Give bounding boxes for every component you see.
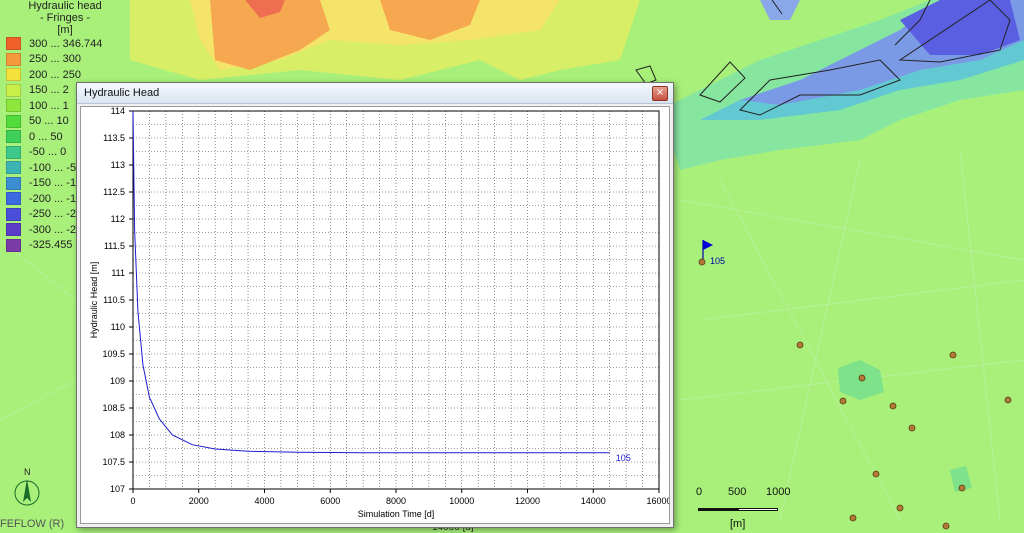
x-tick-label: 12000 bbox=[515, 496, 540, 506]
x-tick-label: 14000 bbox=[581, 496, 606, 506]
y-tick-label: 114 bbox=[111, 107, 125, 116]
series-line-105 bbox=[132, 110, 610, 454]
scale-unit: [m] bbox=[730, 518, 746, 530]
legend-label: -250 ... -2 bbox=[29, 208, 77, 221]
series-label: 105 bbox=[616, 453, 631, 463]
legend-swatch bbox=[6, 176, 21, 190]
y-tick-label: 110 bbox=[111, 322, 125, 332]
north-label: N bbox=[24, 467, 31, 477]
y-tick-label: 111.5 bbox=[104, 241, 125, 251]
scale-label-1000: 1000 bbox=[766, 486, 791, 498]
x-tick-label: 8000 bbox=[386, 496, 406, 506]
close-button[interactable]: × bbox=[652, 86, 668, 101]
legend-swatch bbox=[6, 192, 21, 206]
legend-label: -100 ... -5 bbox=[29, 161, 77, 174]
x-tick-label: 0 bbox=[130, 496, 135, 506]
y-axis-label: Hydraulic Head [m] bbox=[89, 262, 99, 339]
north-arrow-icon: N bbox=[14, 467, 40, 506]
window-titlebar[interactable]: Hydraulic Head × bbox=[77, 83, 673, 104]
y-tick-label: 111 bbox=[111, 268, 125, 278]
legend-swatch bbox=[6, 238, 21, 252]
legend-label: 50 ... 10 bbox=[29, 115, 69, 128]
window-title: Hydraulic Head bbox=[84, 87, 160, 99]
legend-swatch bbox=[6, 145, 21, 159]
well-icon bbox=[698, 258, 706, 266]
hydraulic-head-chart: 0 2000 4000 6000 8000 10000 12000 14000 16000 107… bbox=[89, 107, 669, 519]
legend-unit: [m] bbox=[57, 24, 73, 36]
y-tick-label: 107 bbox=[110, 484, 125, 494]
legend-item: 200 ... 250 bbox=[6, 67, 126, 83]
legend-swatch bbox=[6, 68, 21, 82]
feflow-watermark: FEFLOW (R) bbox=[0, 518, 65, 530]
x-tick-label: 16000 bbox=[646, 496, 669, 506]
flag-icon bbox=[703, 240, 713, 250]
observation-well-marker[interactable]: 105 bbox=[698, 238, 738, 270]
y-tick-label: 113 bbox=[111, 160, 125, 170]
legend-label: -325.455 bbox=[29, 239, 73, 252]
y-tick-label: 108 bbox=[110, 430, 125, 440]
legend-swatch bbox=[6, 114, 21, 128]
scale-label-500: 500 bbox=[728, 486, 747, 498]
legend-item: 300 ... 346.744 bbox=[6, 36, 126, 52]
legend-label: 300 ... 346.744 bbox=[29, 37, 103, 50]
legend-label: -200 ... -1 bbox=[29, 192, 77, 205]
y-tick-label: 109.5 bbox=[102, 349, 125, 359]
legend-label: 100 ... 1 bbox=[29, 99, 69, 112]
legend-title: Hydraulic head bbox=[28, 0, 102, 12]
legend-label: 250 ... 300 bbox=[29, 53, 81, 66]
x-axis-label: Simulation Time [d] bbox=[358, 509, 435, 519]
legend-swatch bbox=[6, 52, 21, 66]
hydraulic-head-chart-window[interactable]: Hydraulic Head × 0 2000 4000 6000 8000 10000 1… bbox=[76, 82, 674, 528]
legend-item: 250 ... 300 bbox=[6, 52, 126, 68]
legend-swatch bbox=[6, 37, 21, 51]
y-tick-label: 113.5 bbox=[103, 133, 125, 143]
y-tick-label: 109 bbox=[110, 376, 125, 386]
legend-label: -150 ... -1 bbox=[29, 177, 77, 190]
x-tick-label: 6000 bbox=[320, 496, 340, 506]
legend-label: -50 ... 0 bbox=[29, 146, 67, 159]
legend-label: -300 ... -2 bbox=[29, 223, 77, 236]
x-tick-label: 10000 bbox=[449, 496, 474, 506]
y-tick-label: 112.5 bbox=[103, 187, 125, 197]
x-tick-label: 2000 bbox=[189, 496, 209, 506]
legend-swatch bbox=[6, 99, 21, 113]
legend-label: 150 ... 2 bbox=[29, 84, 69, 97]
scale-bar: 0 500 1000 [m] bbox=[694, 486, 804, 532]
y-tick-label: 112 bbox=[111, 214, 125, 224]
well-label: 105 bbox=[710, 256, 725, 266]
y-tick-label: 110.5 bbox=[103, 295, 125, 305]
scale-label-0: 0 bbox=[696, 486, 703, 498]
legend-label: 0 ... 50 bbox=[29, 130, 63, 143]
x-tick-label: 4000 bbox=[254, 496, 274, 506]
legend-swatch bbox=[6, 130, 21, 144]
legend-label: 200 ... 250 bbox=[29, 68, 81, 81]
legend-swatch bbox=[6, 161, 21, 175]
plot-panel: 0 2000 4000 6000 8000 10000 12000 14000 16000 107… bbox=[80, 106, 670, 524]
y-tick-label: 108.5 bbox=[102, 403, 125, 413]
legend-swatch bbox=[6, 83, 21, 97]
legend-subtitle: - Fringes - bbox=[39, 12, 91, 24]
legend-swatch bbox=[6, 223, 21, 237]
y-tick-label: 107.5 bbox=[102, 457, 125, 467]
legend-swatch bbox=[6, 207, 21, 221]
